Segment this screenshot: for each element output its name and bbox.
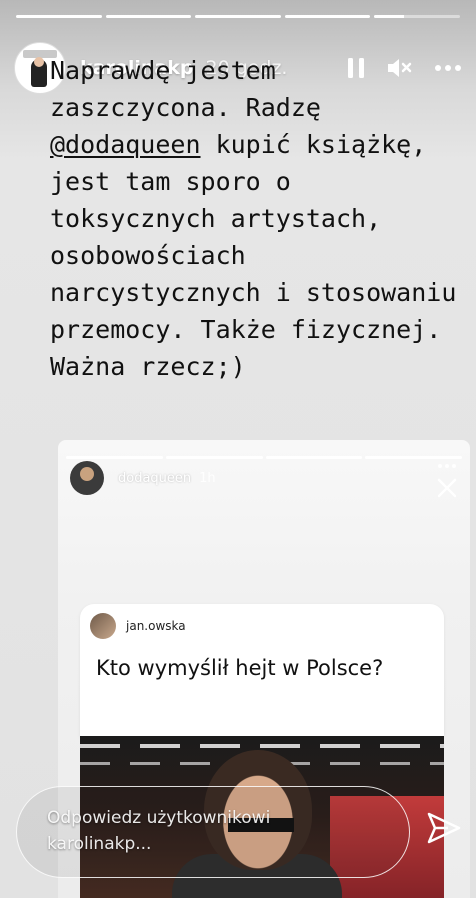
embedded-story-header: dodaqueen 1h [70,458,458,498]
more-dots-icon [437,454,457,473]
caption-text: kupić książkę, jest tam sporo o toksyczn… [50,130,472,381]
avatar [70,461,104,495]
question-asker: jan.owska [126,619,186,633]
caption-text: Naprawdę jestem zaszczycona. Radzę [50,56,336,122]
send-icon[interactable] [424,808,464,848]
progress-segment [374,15,460,18]
question-sticker: jan.owska Kto wymyślił hejt w Polsce? [80,604,444,736]
story-caption-text: Naprawdę jestem zaszczycona. Radzę @doda… [50,52,460,385]
progress-segment [105,15,192,18]
close-icon [436,477,458,503]
embedded-username: dodaqueen [118,470,192,486]
reply-input[interactable]: Odpowiedz użytkownikowi karolinakp... [16,786,410,878]
progress-segment [16,15,102,18]
embedded-time: 1h [199,470,216,486]
question-text: Kto wymyślił hejt w Polsce? [96,656,384,680]
progress-segment [195,15,281,18]
progress-segment [284,15,371,18]
story-progress-bar [16,15,460,18]
reply-placeholder: Odpowiedz użytkownikowi karolinakp... [47,808,271,854]
avatar [90,613,116,639]
mention-link[interactable]: @dodaqueen [50,130,201,159]
story-viewer[interactable]: karolinakp 20 godz. Naprawdę jestem zasz… [0,0,476,898]
